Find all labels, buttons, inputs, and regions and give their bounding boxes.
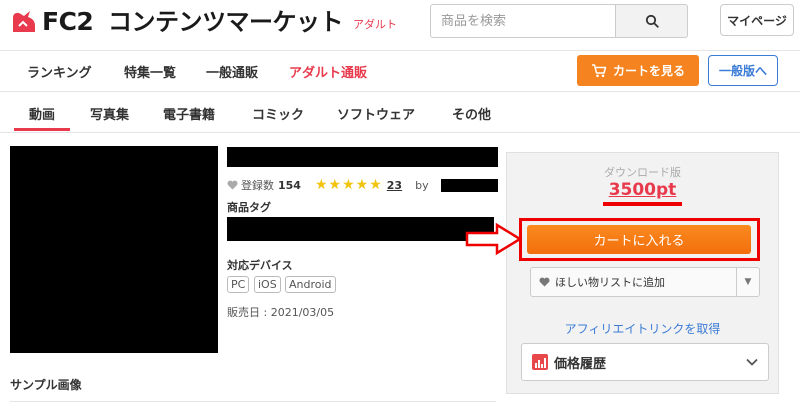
- device-tag-android: Android: [285, 276, 336, 293]
- nav-general-shop[interactable]: 一般通販: [206, 62, 258, 81]
- device-tag-ios: iOS: [254, 276, 281, 293]
- device-tag-pc: PC: [227, 276, 250, 293]
- tab-other[interactable]: その他: [452, 104, 491, 123]
- chart-icon: [532, 354, 548, 370]
- tab-ebook[interactable]: 電子書籍: [163, 104, 215, 123]
- tags-redacted: [227, 217, 494, 241]
- review-count-link[interactable]: 23: [387, 179, 402, 192]
- rating-stars: ★ ★ ★ ★ ★: [315, 178, 383, 192]
- price-history-label: 価格履歴: [554, 356, 607, 372]
- product-thumbnail[interactable]: [10, 146, 218, 353]
- heart-icon: [539, 277, 550, 287]
- by-label: by: [415, 178, 429, 192]
- search-button[interactable]: [616, 4, 688, 38]
- tab-photobook[interactable]: 写真集: [90, 104, 129, 123]
- wishlist-label: ほしい物リストに追加: [555, 276, 665, 289]
- star-icon: ★: [342, 177, 355, 193]
- product-title-redacted: [227, 147, 498, 167]
- tab-software[interactable]: ソフトウェア: [337, 104, 415, 123]
- price-history-toggle[interactable]: 価格履歴: [521, 343, 769, 381]
- view-cart-label: カートを見る: [612, 64, 685, 78]
- logo-text[interactable]: FC2: [42, 5, 94, 39]
- release-date: 販売日 : 2021/03/05: [227, 306, 335, 319]
- caret-down-icon[interactable]: ▼: [736, 268, 759, 296]
- add-to-wishlist-button[interactable]: ほしい物リストに追加: [531, 268, 736, 296]
- star-icon: ★: [355, 177, 369, 193]
- seller-name-redacted[interactable]: [441, 179, 498, 192]
- fc2-logo-icon: [13, 11, 35, 32]
- nav-features[interactable]: 特集一覧: [124, 62, 176, 81]
- edition-label: ダウンロード版: [604, 166, 681, 179]
- section-divider: [10, 401, 496, 402]
- product-meta: 登録数 154 ★ ★ ★ ★ ★ 23 by: [227, 177, 429, 193]
- general-version-button[interactable]: 一般版へ: [708, 55, 778, 86]
- star-icon: ★: [369, 177, 382, 193]
- tab-video[interactable]: 動画: [29, 104, 55, 123]
- mypage-button[interactable]: マイページ: [720, 4, 794, 36]
- wishlist-dropdown[interactable]: ほしい物リストに追加 ▼: [530, 267, 760, 297]
- arrow-right-icon: [465, 222, 523, 256]
- tab-comic[interactable]: コミック: [252, 104, 304, 123]
- nav-adult-shop[interactable]: アダルト通販: [289, 62, 367, 81]
- logo-site-name[interactable]: コンテンツマーケット: [108, 5, 344, 39]
- chevron-down-icon: [746, 358, 758, 366]
- devices-heading: 対応デバイス: [227, 259, 293, 272]
- nav-ranking[interactable]: ランキング: [27, 62, 92, 81]
- sample-images-heading: サンプル画像: [10, 378, 82, 392]
- search-input[interactable]: [430, 4, 616, 38]
- cart-icon: [591, 64, 607, 78]
- star-icon: ★: [328, 177, 342, 193]
- price: 3500pt: [608, 180, 677, 200]
- affiliate-link[interactable]: アフィリエイトリンクを取得: [506, 320, 779, 337]
- view-cart-button[interactable]: カートを見る: [577, 55, 699, 86]
- price-highlight-underline: [603, 202, 682, 206]
- logo-adult-badge: アダルト: [353, 18, 397, 31]
- add-to-cart-button[interactable]: カートに入れる: [527, 225, 751, 254]
- favorites-count: 154: [278, 178, 301, 192]
- heart-icon: [227, 180, 238, 190]
- tags-heading: 商品タグ: [227, 201, 271, 214]
- active-tab-indicator: [14, 128, 70, 131]
- star-icon: ★: [314, 177, 328, 193]
- favorites-label: 登録数: [241, 179, 274, 192]
- search-icon: [645, 14, 659, 28]
